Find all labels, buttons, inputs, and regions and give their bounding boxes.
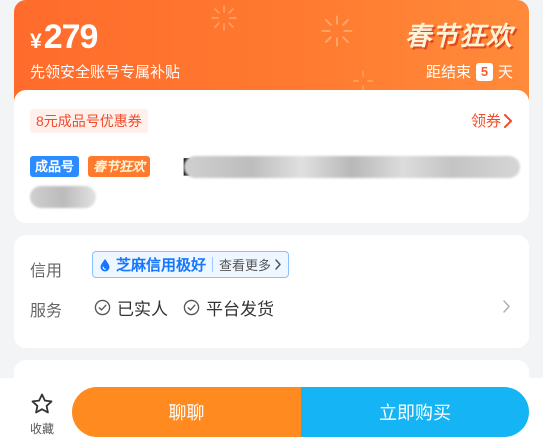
countdown-suffix: 天 — [497, 64, 513, 81]
credit-label: 信用 — [30, 263, 63, 280]
service-item-platform-delivery: 平台发货 — [183, 295, 274, 320]
firework-decoration-icon — [352, 70, 374, 92]
countdown-prefix: 距结束 — [425, 64, 471, 81]
star-outline-icon — [31, 393, 53, 414]
chat-button[interactable]: 聊聊 — [72, 387, 301, 437]
countdown-days: 5 — [475, 62, 493, 81]
service-label-verified: 已实人 — [117, 300, 168, 319]
chevron-right-icon — [275, 259, 281, 270]
firework-decoration-icon — [211, 5, 237, 31]
credit-more-link[interactable]: 查看更多 — [219, 255, 282, 274]
blurred-product-title — [184, 156, 520, 178]
divider — [212, 257, 214, 272]
claim-coupon-label: 领券 — [470, 113, 501, 130]
festival-badge: 春节狂欢 — [88, 156, 151, 177]
currency-symbol: ¥ — [30, 30, 42, 53]
coupon-tag: 8元成品号优惠券 — [30, 109, 148, 133]
ready-account-badge: 成品号 — [30, 156, 80, 177]
subsidy-subtitle: 先领安全账号专属补贴 — [30, 64, 181, 81]
promo-banner: ¥ 279 先领安全账号专属补贴 春节狂欢 距结束 5 天 — [14, 0, 529, 100]
check-circle-icon — [94, 299, 111, 316]
favorite-label: 收藏 — [29, 422, 54, 436]
service-label-platform-delivery: 平台发货 — [206, 300, 274, 319]
water-drop-icon — [100, 258, 110, 271]
price: ¥ 279 — [30, 18, 99, 57]
price-amount: 279 — [43, 18, 99, 56]
check-circle-icon — [183, 299, 200, 316]
service-item-verified: 已实人 — [94, 295, 168, 320]
credit-badge[interactable]: 芝麻信用极好 查看更多 — [92, 251, 290, 278]
firework-decoration-icon — [321, 15, 353, 47]
seller-info-card: 信用 芝麻信用极好 查看更多 服务 已实人 平台发货 — [14, 235, 529, 348]
buy-now-button[interactable]: 立即购买 — [301, 387, 529, 437]
festival-title: 春节狂欢 — [404, 21, 513, 51]
service-label: 服务 — [30, 303, 63, 320]
favorite-button[interactable]: 收藏 — [20, 392, 64, 437]
credit-level: 芝麻信用极好 — [116, 257, 207, 274]
chevron-right-icon — [504, 113, 512, 128]
chevron-right-icon[interactable] — [502, 299, 511, 314]
product-card: 8元成品号优惠券 领券 成品号 春节狂欢 【 — [14, 90, 529, 223]
chat-button-label: 聊聊 — [168, 403, 205, 423]
bottom-action-bar: 收藏 聊聊 立即购买 — [0, 378, 543, 445]
credit-more-label: 查看更多 — [219, 258, 272, 273]
countdown: 距结束 5 天 — [426, 61, 513, 82]
claim-coupon-link[interactable]: 领券 — [471, 110, 513, 131]
blurred-product-title-continued — [30, 186, 96, 208]
buy-now-button-label: 立即购买 — [379, 403, 451, 423]
